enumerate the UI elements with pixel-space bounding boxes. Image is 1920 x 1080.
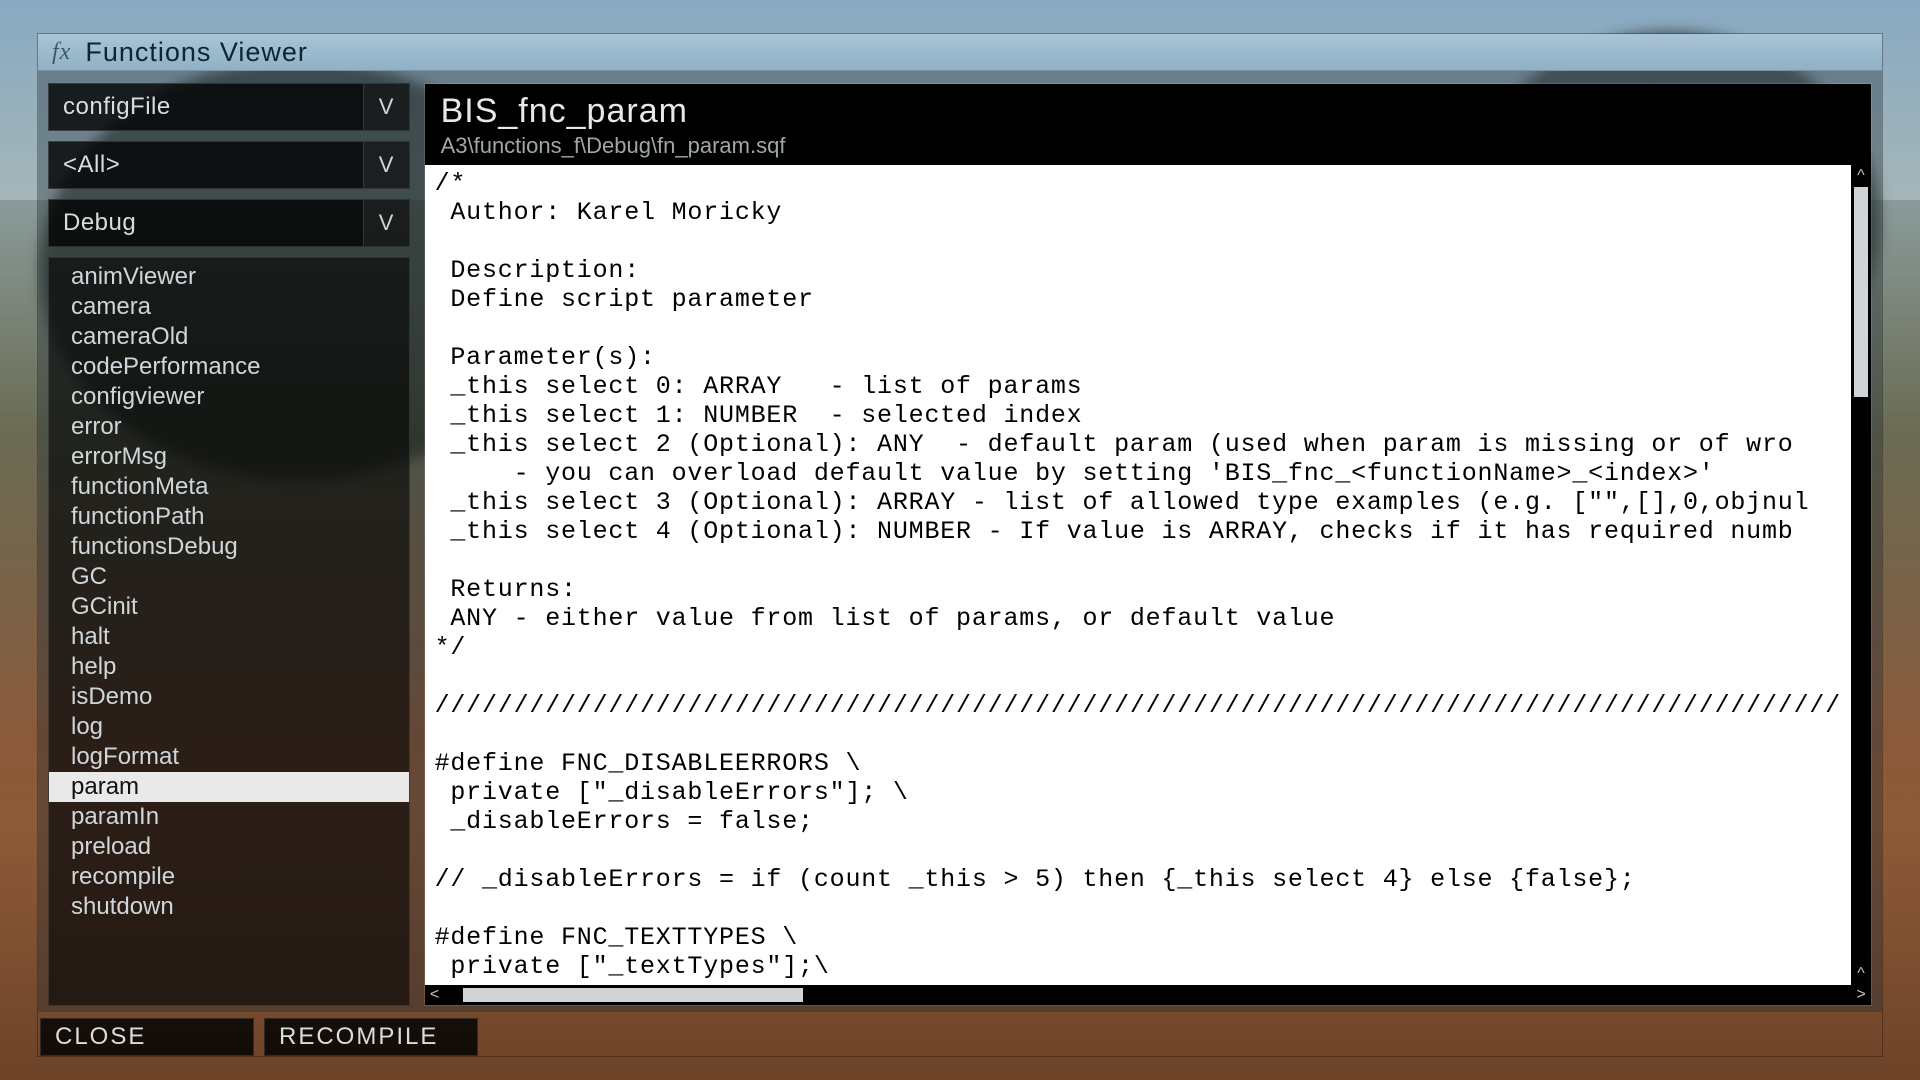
category-dropdown-value: Debug	[49, 209, 363, 237]
function-list-item[interactable]: logFormat	[49, 742, 409, 772]
function-list-item[interactable]: recompile	[49, 862, 409, 892]
recompile-button-label: RECOMPILE	[279, 1023, 438, 1051]
function-list-item[interactable]: errorMsg	[49, 442, 409, 472]
vertical-scroll-thumb[interactable]	[1854, 187, 1868, 397]
function-list-item[interactable]: configviewer	[49, 382, 409, 412]
function-list[interactable]: animViewercameracameraOldcodePerformance…	[48, 257, 410, 1006]
function-list-item[interactable]: isDemo	[49, 682, 409, 712]
chevron-down-icon: V	[363, 142, 409, 188]
scroll-right-icon[interactable]: >	[1851, 986, 1871, 1004]
source-dropdown[interactable]: configFile V	[48, 83, 410, 131]
source-dropdown-value: configFile	[49, 93, 363, 121]
left-panel: configFile V <All> V Debug V animViewerc…	[48, 83, 410, 1006]
function-list-item[interactable]: error	[49, 412, 409, 442]
chevron-down-icon: V	[363, 200, 409, 246]
fx-icon: fx	[52, 39, 71, 66]
function-name: BIS_fnc_param	[441, 92, 1855, 131]
function-list-item[interactable]: paramIn	[49, 802, 409, 832]
right-panel: BIS_fnc_param A3\functions_f\Debug\fn_pa…	[424, 83, 1872, 1006]
horizontal-scroll-thumb[interactable]	[463, 988, 803, 1002]
scroll-left-icon[interactable]: <	[425, 986, 445, 1004]
function-list-item[interactable]: camera	[49, 292, 409, 322]
horizontal-scroll-track[interactable]	[445, 985, 1851, 1005]
window-titlebar: fx Functions Viewer	[38, 34, 1882, 71]
category-dropdown[interactable]: Debug V	[48, 199, 410, 247]
tag-dropdown-value: <All>	[49, 151, 363, 179]
functions-viewer-window: fx Functions Viewer configFile V <All> V…	[38, 34, 1882, 1056]
source-code[interactable]: /* Author: Karel Moricky Description: De…	[425, 165, 1851, 985]
close-button-label: CLOSE	[55, 1023, 146, 1051]
function-list-item[interactable]: functionPath	[49, 502, 409, 532]
function-list-item[interactable]: codePerformance	[49, 352, 409, 382]
function-list-item[interactable]: log	[49, 712, 409, 742]
footer: CLOSE RECOMPILE	[38, 1012, 1882, 1056]
code-area: /* Author: Karel Moricky Description: De…	[425, 165, 1871, 985]
function-list-item[interactable]: help	[49, 652, 409, 682]
window-body: configFile V <All> V Debug V animViewerc…	[38, 71, 1882, 1012]
vertical-scrollbar[interactable]: ^ ^	[1851, 165, 1871, 985]
function-list-item[interactable]: param	[49, 772, 409, 802]
horizontal-scrollbar[interactable]: < >	[425, 985, 1871, 1005]
function-header: BIS_fnc_param A3\functions_f\Debug\fn_pa…	[425, 84, 1871, 165]
function-list-item[interactable]: preload	[49, 832, 409, 862]
function-list-item[interactable]: GC	[49, 562, 409, 592]
close-button[interactable]: CLOSE	[40, 1018, 254, 1056]
function-list-item[interactable]: functionMeta	[49, 472, 409, 502]
chevron-down-icon: V	[363, 84, 409, 130]
tag-dropdown[interactable]: <All> V	[48, 141, 410, 189]
function-list-item[interactable]: shutdown	[49, 892, 409, 922]
recompile-button[interactable]: RECOMPILE	[264, 1018, 478, 1056]
scroll-up-icon[interactable]: ^	[1851, 167, 1871, 185]
window-title: Functions Viewer	[85, 37, 308, 68]
scroll-down-icon[interactable]: ^	[1851, 965, 1871, 983]
function-list-item[interactable]: cameraOld	[49, 322, 409, 352]
function-list-item[interactable]: animViewer	[49, 262, 409, 292]
function-list-item[interactable]: halt	[49, 622, 409, 652]
function-list-item[interactable]: functionsDebug	[49, 532, 409, 562]
function-path: A3\functions_f\Debug\fn_param.sqf	[441, 133, 1855, 159]
function-list-item[interactable]: GCinit	[49, 592, 409, 622]
